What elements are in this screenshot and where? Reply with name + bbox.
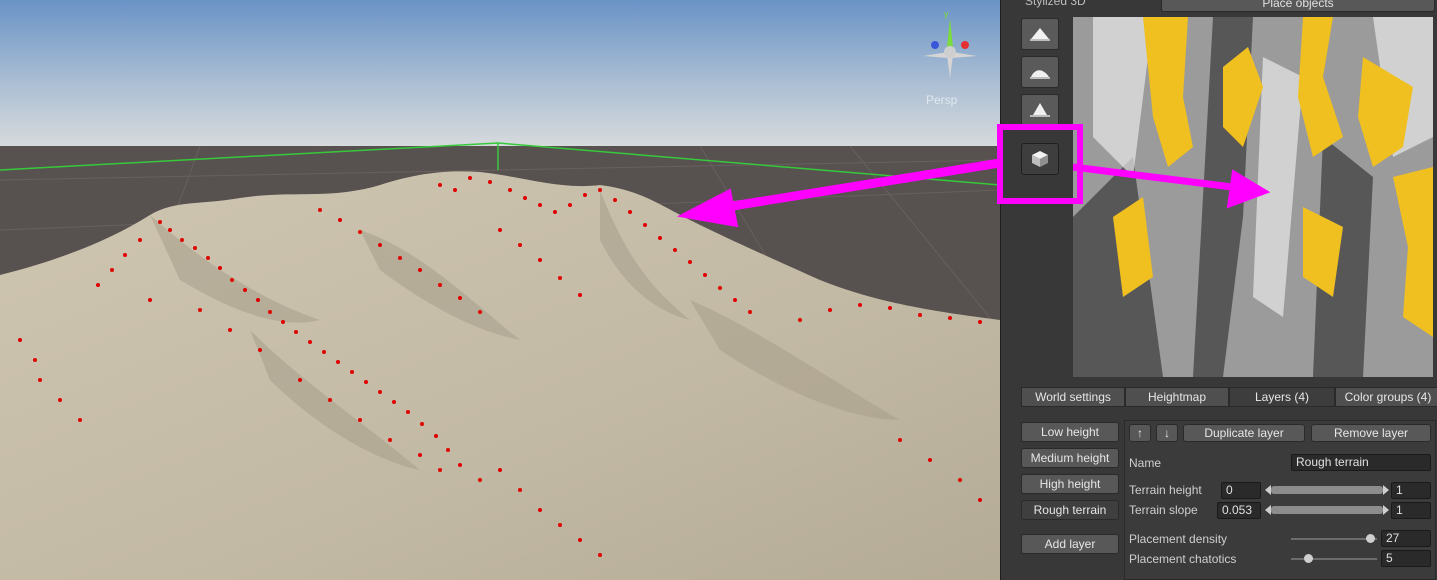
terrain-height-min-field[interactable]: 0 bbox=[1221, 482, 1261, 499]
tool-objects-button[interactable] bbox=[1021, 143, 1059, 175]
placement-chaotics-knob[interactable] bbox=[1304, 554, 1313, 563]
move-layer-up-button[interactable]: ↑ bbox=[1129, 424, 1151, 442]
inspector-panel: Stylized 3D Place objects World settings… bbox=[1000, 0, 1437, 580]
mountain-icon bbox=[1030, 28, 1050, 41]
terrain-slope-min-handle[interactable] bbox=[1265, 505, 1271, 515]
tab-layers[interactable]: Layers (4) bbox=[1229, 387, 1335, 407]
layer-item-rough-terrain[interactable]: Rough terrain bbox=[1021, 500, 1119, 520]
terrain-height-max-handle[interactable] bbox=[1383, 485, 1389, 495]
tool-slope-button[interactable] bbox=[1021, 56, 1059, 88]
layer-item-high-height[interactable]: High height bbox=[1021, 474, 1119, 494]
tab-color-groups[interactable]: Color groups (4) bbox=[1335, 387, 1437, 407]
tool-peak-button[interactable] bbox=[1021, 94, 1059, 126]
tab-world-settings[interactable]: World settings bbox=[1021, 387, 1125, 407]
placement-chaotics-field[interactable]: 5 bbox=[1381, 550, 1431, 567]
placement-density-field[interactable]: 27 bbox=[1381, 530, 1431, 547]
terrain-preview[interactable] bbox=[1073, 17, 1433, 377]
terrain-slope-max-field[interactable]: 1 bbox=[1391, 502, 1431, 519]
placement-density-slider[interactable] bbox=[1291, 538, 1377, 540]
svg-text:y: y bbox=[944, 9, 949, 19]
terrain-slope-min-field[interactable]: 0.053 bbox=[1217, 502, 1261, 519]
place-objects-button[interactable]: Place objects bbox=[1161, 0, 1435, 12]
layer-item-low-height[interactable]: Low height bbox=[1021, 422, 1119, 442]
projection-label[interactable]: Persp bbox=[926, 93, 957, 107]
peak-icon bbox=[1030, 103, 1050, 117]
placement-density-label: Placement density bbox=[1129, 532, 1228, 546]
name-label: Name bbox=[1129, 456, 1162, 470]
terrain-preview-image bbox=[1073, 17, 1433, 377]
terrain-slope-range[interactable] bbox=[1271, 506, 1383, 514]
add-layer-button[interactable]: Add layer bbox=[1021, 534, 1119, 554]
layer-item-medium-height[interactable]: Medium height bbox=[1021, 448, 1119, 468]
terrain-height-min-handle[interactable] bbox=[1265, 485, 1271, 495]
panel-title: Stylized 3D bbox=[1025, 0, 1086, 8]
terrain-height-label: Terrain height bbox=[1129, 483, 1202, 497]
layer-name-field[interactable]: Rough terrain bbox=[1291, 454, 1431, 471]
sky bbox=[0, 0, 1000, 146]
duplicate-layer-button[interactable]: Duplicate layer bbox=[1183, 424, 1305, 442]
slope-icon bbox=[1030, 70, 1050, 79]
placement-chaotics-label: Placement chatotics bbox=[1129, 552, 1237, 566]
scene-view[interactable]: y Persp bbox=[0, 0, 1000, 580]
scene-viewport[interactable] bbox=[0, 0, 1000, 580]
terrain-slope-label: Terrain slope bbox=[1129, 503, 1198, 517]
terrain-height-max-field[interactable]: 1 bbox=[1391, 482, 1431, 499]
terrain-slope-max-handle[interactable] bbox=[1383, 505, 1389, 515]
move-layer-down-button[interactable]: ↓ bbox=[1156, 424, 1178, 442]
remove-layer-button[interactable]: Remove layer bbox=[1311, 424, 1431, 442]
settings-tabbar: World settings Heightmap Layers (4) Colo… bbox=[1021, 387, 1437, 407]
tool-mountain-button[interactable] bbox=[1021, 18, 1059, 50]
tab-heightmap[interactable]: Heightmap bbox=[1125, 387, 1229, 407]
layer-editor: ↑ ↓ Duplicate layer Remove layer Name Ro… bbox=[1124, 420, 1436, 580]
terrain-height-range[interactable] bbox=[1271, 486, 1383, 494]
cube-icon bbox=[1032, 151, 1048, 167]
placement-density-knob[interactable] bbox=[1366, 534, 1375, 543]
